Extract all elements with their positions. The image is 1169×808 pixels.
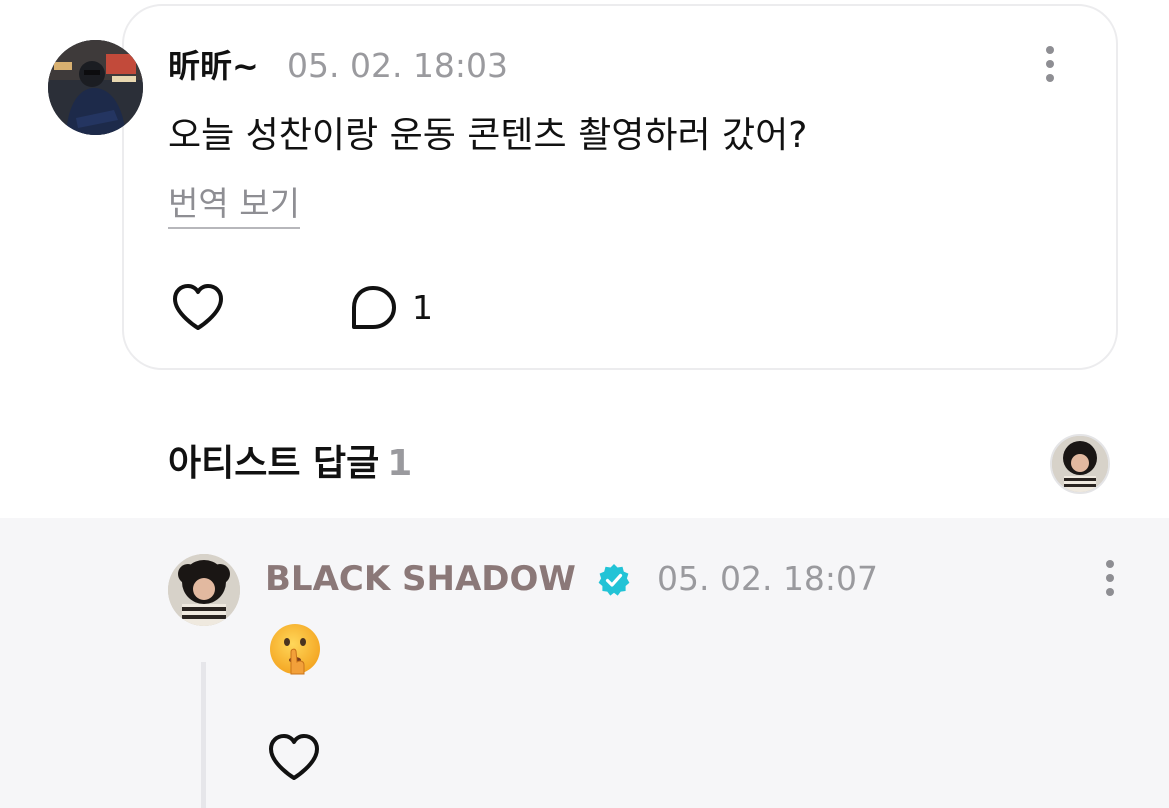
artist-avatar-photo-icon xyxy=(168,554,240,626)
reply-timestamp: 05. 02. 18:07 xyxy=(657,559,879,598)
post-timestamp: 05. 02. 18:03 xyxy=(287,46,509,85)
reply-author-avatar[interactable] xyxy=(168,554,240,626)
verified-badge-icon xyxy=(598,564,630,596)
artist-replies-count: 1 xyxy=(387,443,413,484)
artist-avatar-small[interactable] xyxy=(1050,434,1110,494)
post-author-avatar[interactable] xyxy=(48,40,143,135)
shushing-face-emoji-icon xyxy=(270,624,320,675)
artist-replies-title: 아티스트 답글 xyxy=(168,443,380,484)
reply-like-button[interactable] xyxy=(264,730,324,786)
reply-author-name[interactable]: BLACK SHADOW xyxy=(265,557,576,601)
fan-post-page: 昕昕~ 05. 02. 18:03 오늘 성찬이랑 운동 콘텐츠 촬영하러 갔어… xyxy=(0,0,1169,808)
translate-link[interactable]: 번역 보기 xyxy=(168,181,300,229)
more-dot-icon xyxy=(1046,46,1054,54)
post-comment-button[interactable]: 1 xyxy=(348,282,433,334)
thread-line xyxy=(201,662,206,808)
post-like-button[interactable] xyxy=(168,280,228,336)
post-more-button[interactable] xyxy=(1034,42,1066,86)
more-dot-icon xyxy=(1106,588,1114,596)
artist-replies-header: 아티스트 답글 1 xyxy=(168,438,412,490)
more-dot-icon xyxy=(1106,560,1114,568)
artist-avatar-photo-icon xyxy=(1052,436,1108,492)
more-dot-icon xyxy=(1046,60,1054,68)
more-dot-icon xyxy=(1046,74,1054,82)
more-dot-icon xyxy=(1106,574,1114,582)
avatar-photo-icon xyxy=(48,40,143,135)
post-body-text: 오늘 성찬이랑 운동 콘텐츠 촬영하러 갔어? xyxy=(168,115,808,156)
comment-count: 1 xyxy=(412,288,433,327)
artist-reply-item: BLACK SHADOW 05. 02. 18:07 xyxy=(0,518,1169,808)
heart-outline-icon xyxy=(269,734,319,780)
heart-outline-icon xyxy=(173,284,223,330)
speech-bubble-icon xyxy=(352,286,396,329)
reply-more-button[interactable] xyxy=(1094,556,1126,600)
post-author-name[interactable]: 昕昕~ xyxy=(168,44,259,88)
